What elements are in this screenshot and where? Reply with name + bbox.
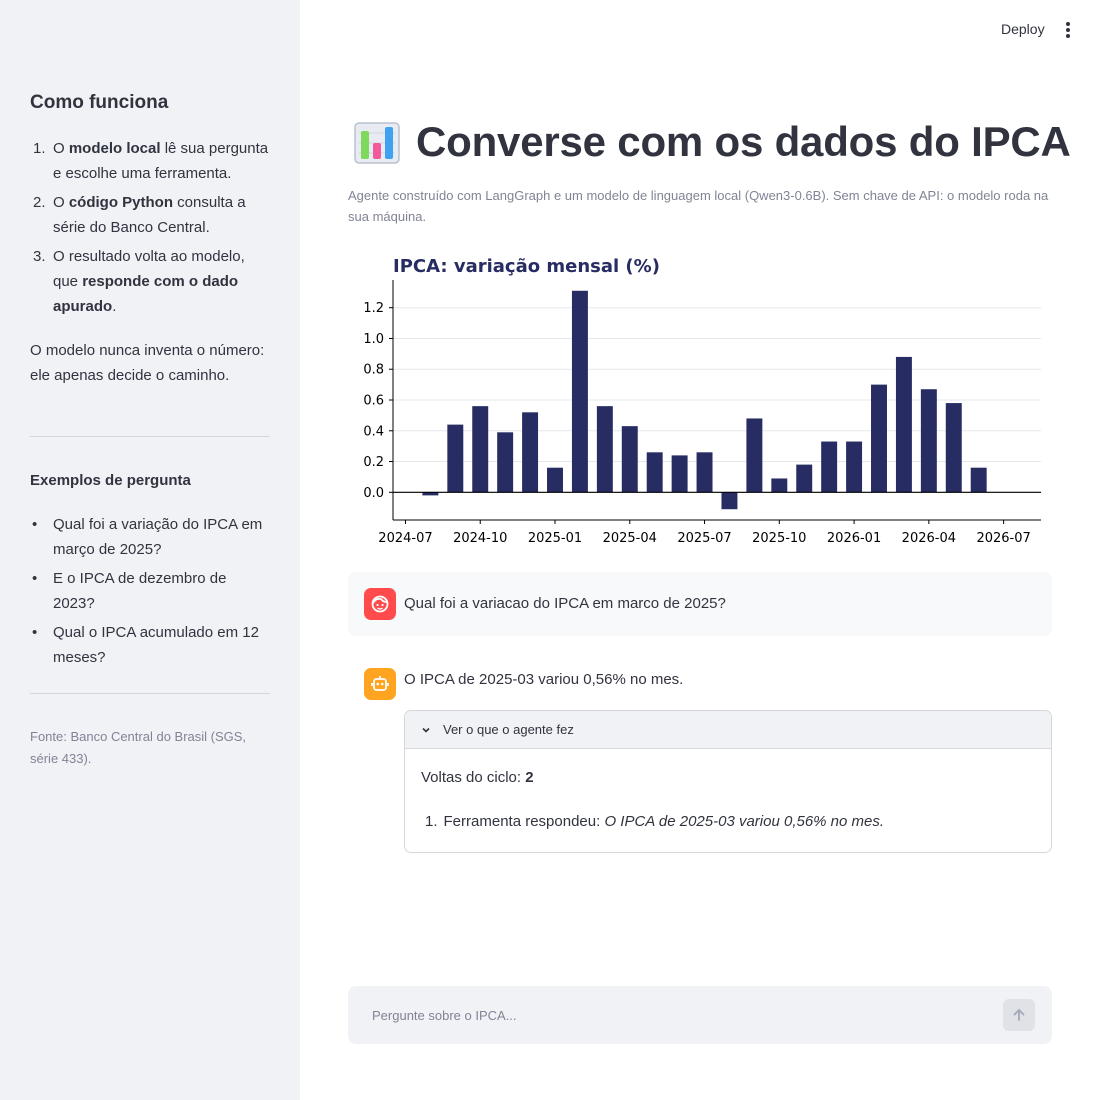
page-title: Converse com os dados do IPCA <box>416 118 1071 165</box>
chart-bar <box>447 424 464 493</box>
chart-bar <box>522 412 539 493</box>
chart-svg: IPCA: variação mensal (%) 0.0 0.2 0.4 0.6 0.8… <box>363 256 1041 546</box>
chat-input-container <box>348 986 1052 1044</box>
chart-bar <box>547 467 563 493</box>
chart-bar <box>920 389 937 493</box>
steps-list: O modelo local lê sua pergunta e escolhe… <box>30 136 270 323</box>
chart-bar <box>846 441 863 493</box>
x-tick-label: 2026-04 <box>902 531 956 546</box>
step-item: O modelo local lê sua pergunta e escolhe… <box>33 136 269 182</box>
arrow-up-icon <box>1013 1008 1025 1021</box>
user-message: Qual foi a variacao do IPCA em marco de … <box>348 572 1052 636</box>
chart-bar <box>821 441 838 493</box>
y-tick-label: 0.8 <box>363 363 384 378</box>
chart-bar <box>696 452 713 493</box>
examples-list: Qual foi a variação do IPCA em março de … <box>30 512 270 674</box>
user-avatar-icon <box>364 588 396 620</box>
chart-bar <box>596 406 613 493</box>
sidebar-heading: Como funciona <box>30 92 169 113</box>
chevron-down-icon <box>422 727 430 733</box>
page-caption: Agente construído com LangGraph e um mod… <box>348 188 1049 224</box>
examples-heading: Exemplos de pergunta <box>30 472 191 489</box>
expander-label: Ver o que o agente fez <box>443 722 574 737</box>
bot-message-text: O IPCA de 2025-03 variou 0,56% no mes. <box>404 671 684 688</box>
page-title-row: Converse com os dados do IPCA <box>354 116 1071 168</box>
divider <box>30 436 270 437</box>
chart-bar <box>746 418 763 493</box>
chart-bar <box>671 455 688 493</box>
cycles-value: 2 <box>525 769 534 786</box>
tool-response-line: 1. Ferramenta respondeu: O IPCA de 2025-0… <box>425 813 885 830</box>
x-tick-label: 2024-10 <box>453 531 507 546</box>
example-item: E o IPCA de dezembro de 2023? <box>30 566 270 616</box>
bar-chart-icon <box>354 122 400 164</box>
chart-bar <box>472 406 489 493</box>
cycles-line: Voltas do ciclo: 2 <box>421 769 534 786</box>
main-menu-icon[interactable] <box>1063 22 1073 38</box>
chart-bar <box>796 464 813 493</box>
x-tick-label: 2024-07 <box>378 531 432 546</box>
chart-bar <box>895 356 912 493</box>
deploy-button[interactable]: Deploy <box>1001 21 1045 37</box>
chart-bar <box>497 432 514 493</box>
y-tick-label: 1.2 <box>363 301 384 316</box>
chart-bar <box>646 452 663 493</box>
chat-input[interactable] <box>372 1004 972 1026</box>
chart-bar <box>945 403 962 493</box>
agent-steps-expander: Ver o que o agente fez Voltas do ciclo: … <box>404 710 1052 853</box>
x-tick-label: 2026-07 <box>976 531 1030 546</box>
sidebar: Como funciona O modelo local lê sua perg… <box>0 0 300 1100</box>
source-note: Fonte: Banco Central do Brasil (SGS, sér… <box>30 729 247 766</box>
x-tick-label: 2025-01 <box>528 531 582 546</box>
y-tick-label: 0.2 <box>363 455 384 470</box>
chart-bar <box>571 290 588 493</box>
y-tick-label: 0.0 <box>363 486 384 501</box>
x-tick-label: 2026-01 <box>827 531 881 546</box>
ipca-chart: IPCA: variação mensal (%) 0.0 0.2 0.4 0.6 0.8… <box>348 250 1053 555</box>
example-item: Qual o IPCA acumulado em 12 meses? <box>30 620 270 670</box>
user-message-text: Qual foi a variacao do IPCA em marco de … <box>404 595 726 612</box>
x-tick-label: 2025-07 <box>677 531 731 546</box>
send-button[interactable] <box>1003 999 1035 1031</box>
chart-title: IPCA: variação mensal (%) <box>393 256 660 277</box>
step-item: O resultado volta ao modelo, que respond… <box>33 244 245 315</box>
divider <box>30 693 270 694</box>
chart-bar <box>771 478 788 493</box>
y-tick-label: 0.6 <box>363 394 384 409</box>
x-tick-label: 2025-04 <box>603 531 657 546</box>
sidebar-note: O modelo nunca inventa o número: ele ape… <box>30 342 265 384</box>
chart-bar <box>871 384 887 493</box>
x-tick-label: 2025-10 <box>752 531 806 546</box>
expander-header[interactable]: Ver o que o agente fez <box>405 711 1051 749</box>
bot-avatar-icon <box>364 668 396 700</box>
y-tick-label: 1.0 <box>363 332 384 347</box>
y-tick-label: 0.4 <box>363 424 384 439</box>
tool-response: O IPCA de 2025-03 variou 0,56% no mes. <box>604 813 885 830</box>
chart-bar <box>721 492 738 510</box>
example-item: Qual foi a variação do IPCA em março de … <box>30 512 270 562</box>
chart-bar <box>970 467 987 493</box>
step-item: O código Python consulta a série do Banc… <box>33 190 246 236</box>
chart-bar <box>621 426 638 493</box>
